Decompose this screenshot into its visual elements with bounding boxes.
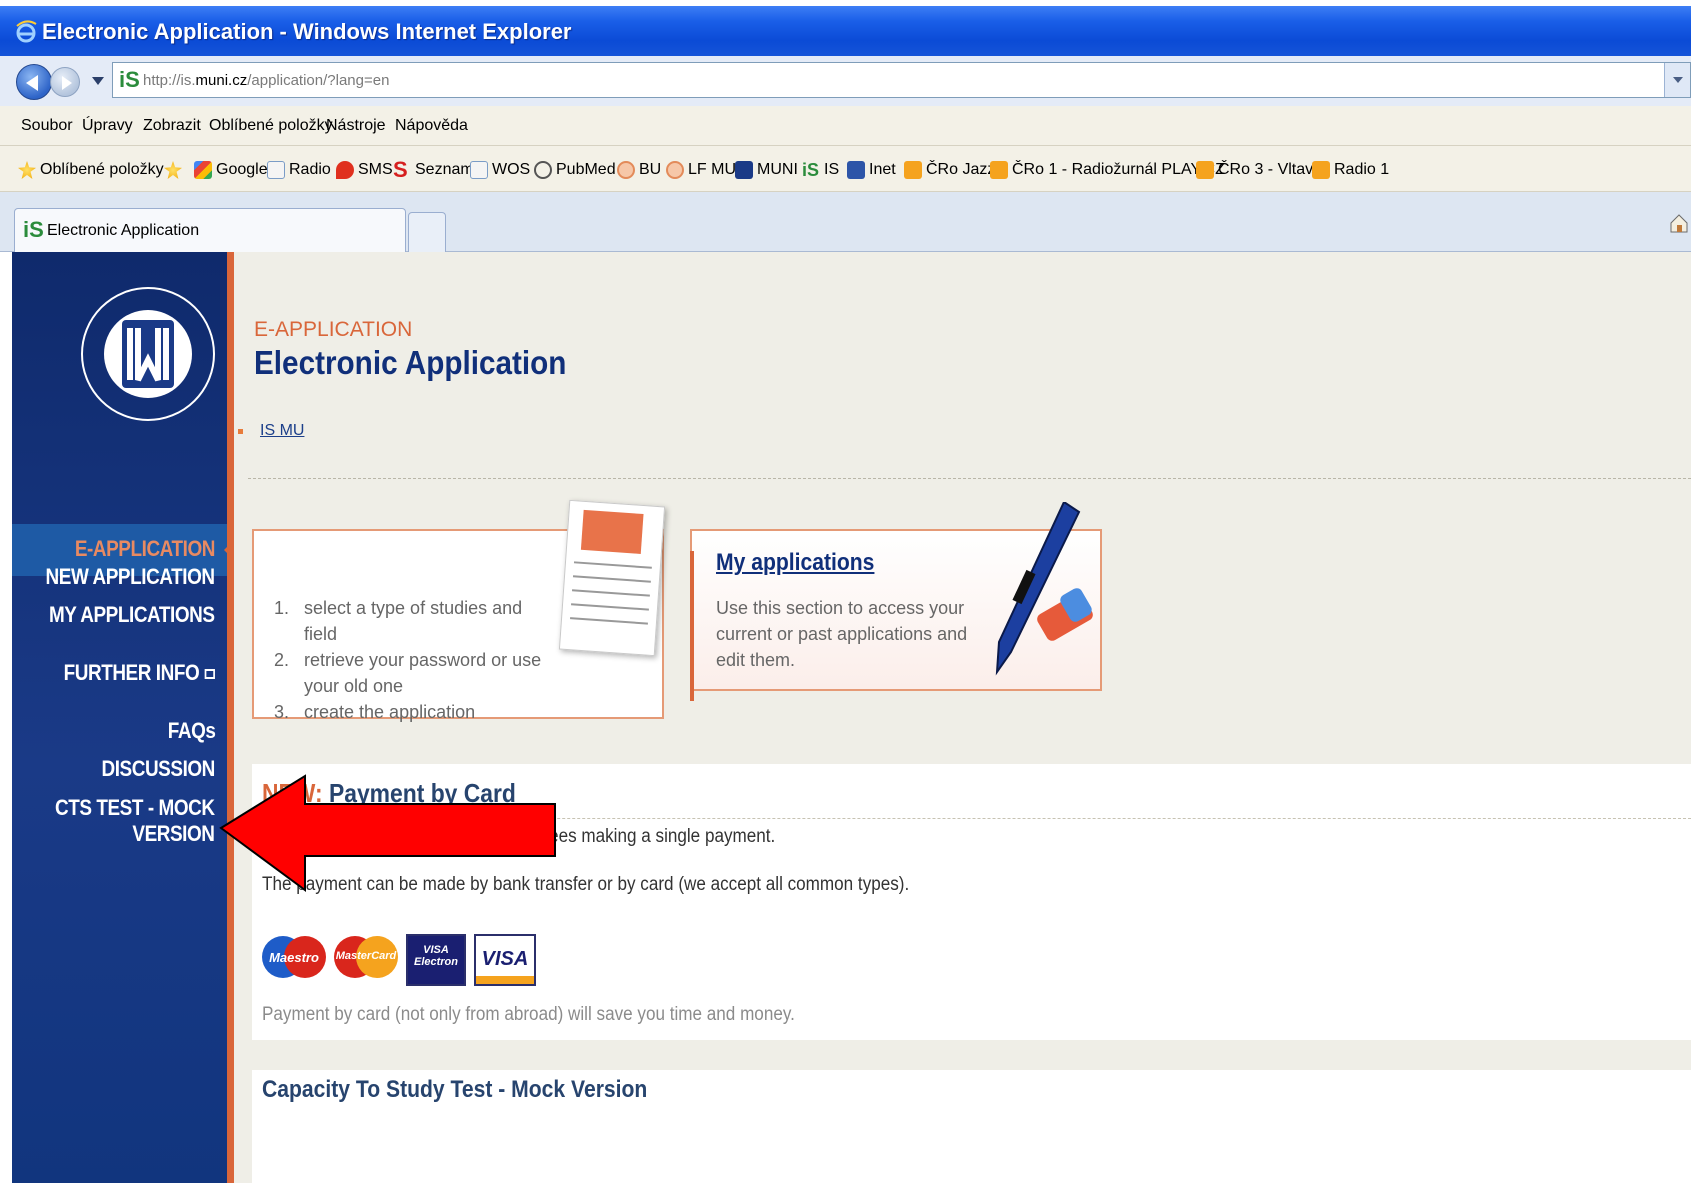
- application-form-image: [558, 499, 666, 657]
- fav-pubmed[interactable]: PubMed: [534, 158, 616, 182]
- steps-list: 1. select a type of studies and field 2. r…: [274, 595, 554, 725]
- rss-icon: [1312, 161, 1330, 179]
- cts-heading: Capacity To Study Test - Mock Version: [262, 1076, 648, 1103]
- fav-seznam[interactable]: S Seznam: [393, 158, 474, 182]
- favorites-button[interactable]: Oblíbené položky: [18, 158, 164, 182]
- menu-tools[interactable]: Nástroje: [326, 117, 386, 135]
- fav-sms[interactable]: SMS: [336, 158, 393, 182]
- fav-radio[interactable]: Radio: [267, 158, 331, 182]
- breadcrumb-is-mu[interactable]: IS MU: [237, 422, 304, 440]
- forward-button[interactable]: [50, 67, 80, 97]
- fav-cro-jazz[interactable]: ČRo Jazz: [904, 158, 995, 182]
- gear-icon: [666, 161, 684, 179]
- window-title: Electronic Application - Windows Interne…: [42, 19, 572, 44]
- sidebar-item-cts-test[interactable]: CTS TEST - MOCK: [55, 795, 215, 821]
- address-dropdown-button[interactable]: [1664, 63, 1690, 97]
- maestro-logo: Maestro: [262, 934, 326, 986]
- page-kicker: E-APPLICATION: [254, 318, 413, 341]
- main-content: E-APPLICATION Electronic Application IS …: [234, 252, 1691, 1183]
- pubmed-icon: [534, 161, 552, 179]
- divider: [248, 478, 1691, 479]
- menu-edit[interactable]: Úpravy: [82, 117, 133, 135]
- menu-file[interactable]: Soubor: [21, 117, 73, 135]
- new-application-card[interactable]: 1. select a type of studies and field 2. r…: [252, 499, 666, 722]
- favorites-bar: Oblíbené položky Google Radio SMS S Sezna…: [0, 146, 1691, 192]
- tab-electronic-application[interactable]: iS Electronic Application: [14, 208, 406, 252]
- university-seal-logo: [81, 287, 215, 421]
- rss-icon: [1196, 161, 1214, 179]
- address-field[interactable]: iS http://is.muni.cz/application/?lang=e…: [112, 62, 1691, 98]
- star-icon: [18, 161, 36, 179]
- menu-favorites[interactable]: Oblíbené položky: [209, 117, 333, 135]
- window-titlebar: Electronic Application - Windows Interne…: [0, 0, 1691, 56]
- my-applications-description: Use this section to access your current …: [716, 598, 968, 670]
- rss-icon: [990, 161, 1008, 179]
- gear-icon: [617, 161, 635, 179]
- annotation-arrow-icon: [219, 774, 556, 892]
- fav-muni[interactable]: MUNI: [735, 158, 798, 182]
- rss-icon: [904, 161, 922, 179]
- sidebar-item-faqs[interactable]: FAQs: [167, 718, 215, 744]
- sidebar-item-cts-test-line2[interactable]: VERSION: [133, 821, 216, 847]
- fav-cro3[interactable]: ČRo 3 - Vltava: [1196, 158, 1322, 182]
- menu-help[interactable]: Nápověda: [395, 117, 468, 135]
- ie-page-icon: [267, 161, 285, 179]
- payment-note: Payment by card (not only from abroad) w…: [262, 1004, 795, 1025]
- seznam-icon: S: [393, 157, 408, 182]
- fav-lfmu[interactable]: LF MU: [666, 158, 736, 182]
- fav-is[interactable]: iS IS: [802, 158, 839, 182]
- fav-bu[interactable]: BU: [617, 158, 661, 182]
- pen-and-eraser-image: [995, 502, 1093, 676]
- back-button[interactable]: [16, 64, 52, 100]
- sidebar-item-discussion[interactable]: DISCUSSION: [102, 756, 216, 782]
- sidebar-item-my-applications[interactable]: MY APPLICATIONS: [49, 602, 215, 628]
- sidebar: E-APPLICATION NEW APPLICATION MY APPLICA…: [12, 252, 234, 1183]
- cts-section: Capacity To Study Test - Mock Version: [252, 1070, 1691, 1183]
- fav-google[interactable]: Google: [194, 158, 268, 182]
- home-icon[interactable]: [1669, 212, 1689, 234]
- fav-cro1[interactable]: ČRo 1 - Radiožurnál PLAY.CZ: [990, 158, 1225, 182]
- my-applications-link[interactable]: My applications: [716, 549, 874, 577]
- site-favicon-icon: iS: [119, 67, 140, 92]
- card-logos: Maestro MasterCard VISA Electron VISA: [262, 934, 536, 986]
- visa-logo: VISA: [474, 934, 536, 986]
- tab-label: Electronic Application: [47, 222, 200, 239]
- menu-view[interactable]: Zobrazit: [143, 117, 201, 135]
- google-icon: [194, 161, 212, 179]
- step-item: 2. retrieve your password or use your old…: [274, 650, 542, 696]
- drop-icon: [336, 161, 354, 179]
- sidebar-item-further-info[interactable]: FURTHER INFO: [64, 660, 215, 686]
- mastercard-logo: MasterCard: [334, 934, 398, 986]
- is-icon: iS: [802, 160, 820, 180]
- step-item: 3. create the application: [274, 702, 476, 722]
- fav-radio1[interactable]: Radio 1: [1312, 158, 1389, 182]
- add-favorite-icon[interactable]: [164, 158, 186, 182]
- sidebar-item-e-application-label[interactable]: E-APPLICATION: [75, 536, 216, 562]
- muni-icon: [735, 161, 753, 179]
- page-viewport: E-APPLICATION NEW APPLICATION MY APPLICA…: [12, 252, 1691, 1183]
- menu-bar: Soubor Úpravy Zobrazit Oblíbené položky …: [0, 106, 1691, 146]
- fav-wos[interactable]: WOS: [470, 158, 530, 182]
- visa-electron-logo: VISA Electron: [406, 934, 466, 986]
- address-toolbar: iS http://is.muni.cz/application/?lang=e…: [0, 56, 1691, 106]
- ie-page-icon: [470, 161, 488, 179]
- site-favicon-icon: iS: [23, 217, 44, 242]
- step-item: 1. select a type of studies and field: [274, 598, 523, 644]
- history-dropdown-icon[interactable]: [92, 77, 104, 85]
- external-link-icon: [204, 669, 215, 680]
- info-icon: [847, 161, 865, 179]
- internet-explorer-icon: [16, 20, 37, 43]
- url-text[interactable]: http://is.muni.cz/application/?lang=en: [143, 72, 389, 89]
- page-title: Electronic Application: [254, 344, 567, 381]
- tab-bar: iS Electronic Application: [0, 192, 1691, 252]
- sidebar-item-new-application[interactable]: NEW APPLICATION: [46, 564, 216, 590]
- new-tab-button[interactable]: [408, 212, 446, 252]
- fav-inet[interactable]: Inet: [847, 158, 896, 182]
